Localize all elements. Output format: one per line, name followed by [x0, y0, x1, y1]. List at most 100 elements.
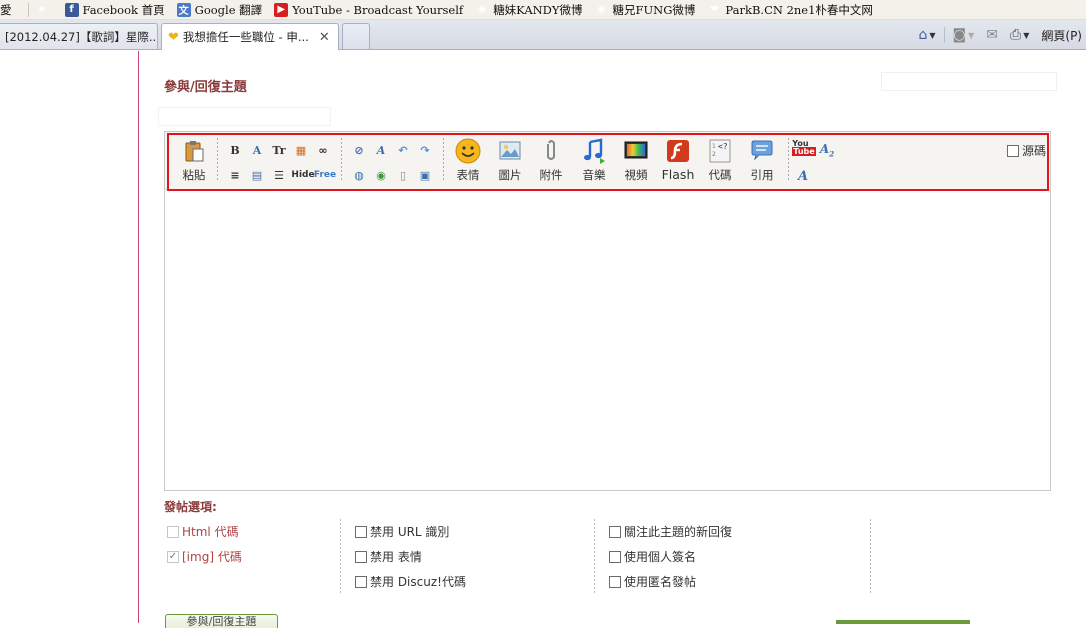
image-button[interactable]: 圖片 [490, 138, 530, 184]
undo-button[interactable]: ↶ [395, 142, 411, 158]
editor-textarea[interactable] [165, 191, 1050, 490]
free-button[interactable]: Free [315, 167, 335, 183]
paging-button[interactable]: ▣ [417, 167, 433, 183]
source-checkbox[interactable] [1007, 145, 1019, 157]
bookmark-parkb[interactable]: ❤ParkB.CN 2ne1朴春中文网 [707, 0, 873, 20]
link-icon: ∞ [318, 144, 327, 157]
rich-text-editor: 粘貼 B A Tr ▦ ∞ ≡ ▤ ☰ Hide Free ⊘ A ↶ ↷ ◍ … [164, 131, 1051, 491]
page-menu-label: 網頁(P) [1041, 27, 1082, 44]
tab-current[interactable]: ❤ 我想擔任一些職位 - 申... ✕ [161, 23, 339, 50]
toolbar-divider [788, 138, 789, 182]
bookmark-label: Facebook 首頁 [83, 2, 165, 18]
clipboard-icon [181, 138, 207, 164]
anonymous-checkbox[interactable] [609, 576, 621, 588]
background-color-button[interactable]: ▦ [293, 142, 309, 158]
bookmark-facebook[interactable]: f Facebook 首頁 [65, 0, 165, 20]
video-button[interactable]: 視頻 [616, 138, 656, 184]
chevron-down-icon[interactable]: ▼ [929, 31, 935, 40]
disable-smilies-checkbox[interactable] [355, 551, 367, 563]
list-button[interactable]: ☰ [271, 167, 287, 183]
font-color-button[interactable]: A [249, 142, 265, 158]
insert-media-button[interactable]: ◉ [373, 167, 389, 183]
options-divider [594, 519, 595, 593]
bookmark-label: Google 翻譯 [195, 2, 263, 18]
bookmark-google-translate[interactable]: 文 Google 翻譯 [177, 0, 263, 20]
parkb-icon: ❤ [168, 30, 179, 45]
option-disable-smilies[interactable]: 禁用 表情 [355, 544, 595, 569]
remove-format-button[interactable]: A [373, 142, 389, 158]
bookmark-weibo-kandy[interactable]: ◉糖妹KANDY微博 [475, 0, 582, 20]
source-label: 源碼 [1022, 142, 1046, 159]
globe-icon: ◍ [354, 169, 364, 182]
emoticon-label: 表情 [457, 167, 480, 183]
toolbar-divider [341, 138, 342, 182]
flash-label: Flash [662, 167, 695, 182]
favorites-star[interactable]: ★ [35, 0, 53, 20]
option-subscribe[interactable]: 關注此主題的新回復 [609, 519, 849, 544]
tv-icon [623, 138, 649, 164]
blank-page-button[interactable]: ▯ [395, 167, 411, 183]
unlink-button[interactable]: ⊘ [351, 142, 367, 158]
home-button[interactable]: ⌂▼ [915, 24, 940, 46]
img-code-checkbox[interactable]: ✓ [167, 551, 179, 563]
tab-lyrics[interactable]: [2012.04.27]【歌詞】星際... [0, 23, 158, 49]
toolbar-divider [443, 138, 444, 182]
feeds-button[interactable]: ◙▼ [949, 24, 979, 46]
option-anonymous[interactable]: 使用匿名發帖 [609, 569, 849, 594]
new-tab-button[interactable] [342, 23, 370, 49]
option-disable-url[interactable]: 禁用 URL 識別 [355, 519, 595, 544]
option-signature[interactable]: 使用個人簽名 [609, 544, 849, 569]
paste-label: 粘貼 [183, 167, 206, 183]
submit-reply-button[interactable]: 參與/回復主題 [165, 614, 278, 628]
attachment-button[interactable]: 附件 [531, 138, 571, 184]
chevron-down-icon[interactable]: ▼ [968, 31, 974, 40]
video-label: 視頻 [625, 167, 648, 183]
link-button[interactable]: ∞ [315, 142, 331, 158]
option-disable-discuz-code[interactable]: 禁用 Discuz!代碼 [355, 569, 595, 594]
music-button[interactable]: 音樂 [574, 138, 614, 184]
redo-icon: ↷ [420, 144, 429, 157]
html-code-checkbox[interactable] [167, 526, 179, 538]
hide-button[interactable]: Hide [293, 167, 313, 183]
font-style-button[interactable]: A [795, 168, 811, 184]
subject-input[interactable] [158, 107, 331, 126]
bookmark-fragment[interactable]: 愛 [0, 0, 12, 20]
paste-button[interactable]: 粘貼 [174, 138, 214, 184]
chevron-down-icon[interactable]: ▼ [1023, 31, 1029, 40]
quote-label: 引用 [751, 167, 774, 183]
youtube-embed-button[interactable]: YouTube [795, 140, 813, 156]
mail-button[interactable]: ✉ [982, 24, 1002, 46]
bold-button[interactable]: B [227, 142, 243, 158]
bookmark-youtube[interactable]: ▶YouTube - Broadcast Yourself [274, 0, 463, 20]
secondary-action-button[interactable] [836, 620, 970, 624]
music-note-icon [581, 138, 607, 164]
page-icon: ▯ [400, 169, 406, 182]
page-menu-button[interactable]: 網頁(P) [1037, 24, 1086, 46]
bookmark-weibo-fung[interactable]: ◉糖兄FUNG微博 [595, 0, 696, 20]
close-icon[interactable]: ✕ [319, 30, 330, 45]
insert-image-url-button[interactable]: ◍ [351, 167, 367, 183]
source-toggle[interactable]: 源碼 [1007, 142, 1046, 159]
disable-discuz-code-checkbox[interactable] [355, 576, 367, 588]
flash-button[interactable]: Flash [658, 138, 698, 184]
toolbar-divider [217, 138, 218, 182]
align-button[interactable]: ≡ [227, 167, 243, 183]
facebook-icon: f [65, 3, 79, 17]
redo-button[interactable]: ↷ [417, 142, 433, 158]
subscript-button[interactable]: A2 [819, 142, 835, 158]
mail-icon: ✉ [986, 27, 998, 43]
google-translate-icon: 文 [177, 3, 191, 17]
table-button[interactable]: ▤ [249, 167, 265, 183]
signature-checkbox[interactable] [609, 551, 621, 563]
option-label: 關注此主題的新回復 [624, 523, 732, 540]
option-label: 使用個人簽名 [624, 548, 696, 565]
print-button[interactable]: ⎙▼ [1006, 24, 1033, 46]
font-size-button[interactable]: Tr [271, 142, 287, 158]
attachment-label: 附件 [540, 167, 563, 183]
code-button[interactable]: <?12 代碼 [700, 138, 740, 184]
disable-url-checkbox[interactable] [355, 526, 367, 538]
emoticon-button[interactable]: 表情 [448, 138, 488, 184]
subscribe-checkbox[interactable] [609, 526, 621, 538]
quote-button[interactable]: 引用 [742, 138, 782, 184]
option-label: [img] 代碼 [182, 548, 242, 565]
